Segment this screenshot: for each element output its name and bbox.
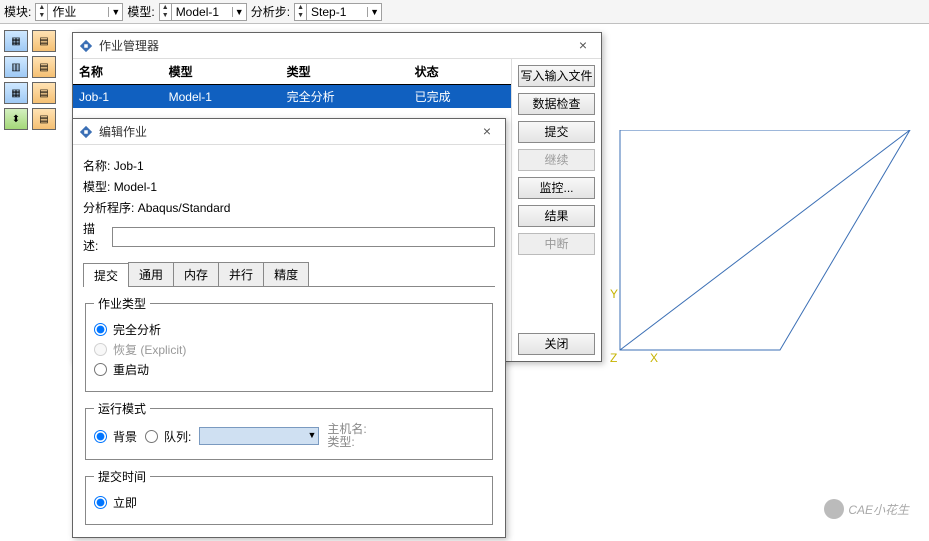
submit-time-group: 提交时间 立即	[85, 468, 493, 525]
app-logo-icon	[79, 39, 93, 53]
tool-icon-6[interactable]: ▤	[32, 82, 56, 104]
tool-icon-7[interactable]: ⬍	[4, 108, 28, 130]
module-selector[interactable]: ▲▼ 作业 ▼	[35, 3, 123, 21]
tab-parallel[interactable]: 并行	[218, 262, 264, 286]
tab-general[interactable]: 通用	[128, 262, 174, 286]
name-label: 名称:	[83, 159, 110, 173]
module-value: 作业	[48, 3, 108, 20]
run-mode-group: 运行模式 背景 队列: ▼ 主机名: 类型:	[85, 400, 493, 460]
spin-up-icon[interactable]: ▲	[295, 4, 306, 12]
col-status[interactable]: 状态	[409, 59, 511, 85]
edit-job-window: 编辑作业 × 名称: Job-1 模型: Model-1 分析程序: Abaqu…	[72, 118, 506, 538]
chevron-down-icon[interactable]: ▼	[232, 7, 246, 17]
submit-time-legend: 提交时间	[94, 468, 150, 485]
desc-label: 描述:	[83, 220, 108, 254]
run-mode-legend: 运行模式	[94, 400, 150, 417]
continue-button: 继续	[518, 149, 595, 171]
app-logo-icon	[79, 125, 93, 139]
close-icon[interactable]: ×	[475, 123, 499, 141]
svg-text:Z: Z	[610, 351, 617, 365]
col-type[interactable]: 类型	[281, 59, 409, 85]
tool-icon-3[interactable]: ▥	[4, 56, 28, 78]
spin-up-icon[interactable]: ▲	[36, 4, 47, 12]
chevron-down-icon[interactable]: ▼	[108, 7, 122, 17]
write-input-button[interactable]: 写入输入文件	[518, 65, 595, 87]
tool-icon-1[interactable]: ▦	[4, 30, 28, 52]
step-label: 分析步:	[251, 3, 290, 20]
queue-select[interactable]: ▼	[199, 427, 319, 445]
tool-icon-2[interactable]: ▤	[32, 30, 56, 52]
submit-button[interactable]: 提交	[518, 121, 595, 143]
description-input[interactable]	[112, 227, 495, 247]
edit-job-titlebar[interactable]: 编辑作业 ×	[73, 119, 505, 145]
model-selector[interactable]: ▲▼ Model-1 ▼	[159, 3, 247, 21]
results-button[interactable]: 结果	[518, 205, 595, 227]
step-selector[interactable]: ▲▼ Step-1 ▼	[294, 3, 382, 21]
monitor-button[interactable]: 监控...	[518, 177, 595, 199]
radio-queue[interactable]	[145, 430, 158, 443]
close-icon[interactable]: ×	[571, 37, 595, 55]
svg-text:Y: Y	[610, 287, 618, 301]
name-value: Job-1	[114, 159, 144, 173]
watermark: CAE小花生	[824, 499, 909, 519]
job-row[interactable]: Job-1 Model-1 完全分析 已完成	[73, 85, 511, 109]
spin-down-icon[interactable]: ▼	[295, 12, 306, 20]
model-value: Model-1	[172, 5, 232, 19]
host-label: 主机名:	[327, 422, 366, 436]
spin-down-icon[interactable]: ▼	[36, 12, 47, 20]
col-model[interactable]: 模型	[163, 59, 281, 85]
model-geometry: Y X Z	[610, 130, 929, 410]
proc-value: Abaqus/Standard	[138, 201, 231, 215]
job-manager-titlebar[interactable]: 作业管理器 ×	[73, 33, 601, 59]
abort-button: 中断	[518, 233, 595, 255]
tool-icon-5[interactable]: ▦	[4, 82, 28, 104]
edit-job-title: 编辑作业	[99, 123, 469, 140]
type-label: 类型:	[327, 435, 354, 449]
tool-palette: ▦ ▤ ▥ ▤ ▦ ▤ ⬍ ▤	[4, 30, 64, 130]
spin-up-icon[interactable]: ▲	[160, 4, 171, 12]
job-type-legend: 作业类型	[94, 295, 150, 312]
model-label: 模型:	[83, 180, 110, 194]
tool-icon-4[interactable]: ▤	[32, 56, 56, 78]
radio-recover	[94, 343, 107, 356]
radio-restart[interactable]	[94, 363, 107, 376]
col-name[interactable]: 名称	[73, 59, 163, 85]
job-manager-title: 作业管理器	[99, 37, 565, 54]
tab-submit[interactable]: 提交	[83, 263, 129, 287]
job-type-group: 作业类型 完全分析 恢复 (Explicit) 重启动	[85, 295, 493, 392]
model-value: Model-1	[114, 180, 157, 194]
tool-icon-8[interactable]: ▤	[32, 108, 56, 130]
proc-label: 分析程序:	[83, 201, 134, 215]
wechat-icon	[824, 499, 844, 519]
edit-job-tabs: 提交 通用 内存 并行 精度	[83, 262, 495, 287]
context-toolbar: 模块: ▲▼ 作业 ▼ 模型: ▲▼ Model-1 ▼ 分析步: ▲▼ Ste…	[0, 0, 929, 24]
tab-memory[interactable]: 内存	[173, 262, 219, 286]
radio-background[interactable]	[94, 430, 107, 443]
close-button[interactable]: 关闭	[518, 333, 595, 355]
chevron-down-icon[interactable]: ▼	[367, 7, 381, 17]
module-label: 模块:	[4, 3, 31, 20]
radio-full-analysis[interactable]	[94, 323, 107, 336]
spin-down-icon[interactable]: ▼	[160, 12, 171, 20]
job-action-buttons: 写入输入文件 数据检查 提交 继续 监控... 结果 中断 关闭	[511, 59, 601, 361]
data-check-button[interactable]: 数据检查	[518, 93, 595, 115]
step-value: Step-1	[307, 5, 367, 19]
tab-precision[interactable]: 精度	[263, 262, 309, 286]
radio-immediate[interactable]	[94, 496, 107, 509]
model-label: 模型:	[127, 3, 154, 20]
svg-text:X: X	[650, 351, 658, 365]
